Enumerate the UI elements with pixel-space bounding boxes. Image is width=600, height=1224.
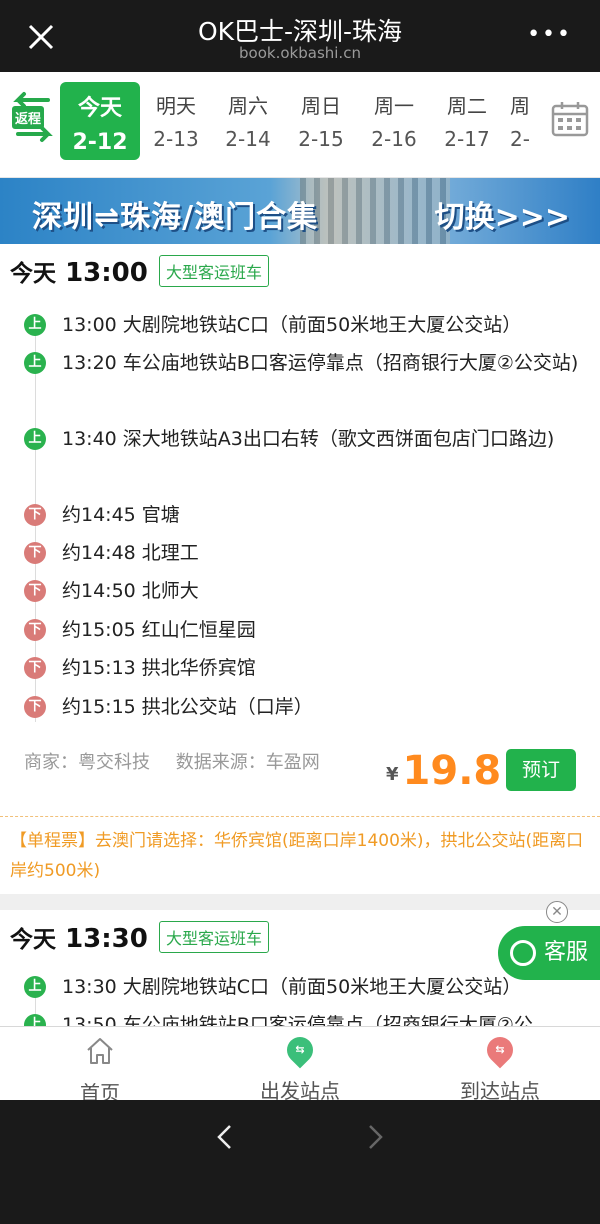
top-bar: OK巴士-深圳-珠海 book.okbashi.cn ••• bbox=[0, 0, 600, 72]
ticket-note: 【单程票】去澳门请选择：华侨宾馆(距离口岸1400米)，拱北公交站(距离口岸约5… bbox=[10, 831, 584, 881]
date-tab-name: 周日 bbox=[301, 94, 341, 118]
trip-time: 13:30 bbox=[65, 924, 148, 954]
date-tab-name: 周 bbox=[510, 94, 530, 118]
customer-service-button[interactable]: 客服 bbox=[498, 926, 600, 980]
alight-icon: 下 bbox=[24, 619, 46, 641]
stop-text: 13:20 车公庙地铁站B口客运停靠点（招商银行大厦②公交站) bbox=[62, 352, 579, 374]
price-value: 19.8 bbox=[402, 748, 502, 794]
stop-text: 约15:13 拱北华侨宾馆 bbox=[62, 657, 256, 679]
stop-item: 下 约14:48 北理工 bbox=[24, 534, 584, 572]
stop-text: 13:50 车公庙地铁站B口客运停靠点（招商银行大厦②公 bbox=[62, 1014, 533, 1026]
date-tab-name: 明天 bbox=[156, 94, 196, 118]
date-selector: 返程 今天 2-12 明天 2-13 周六 2-14 周日 2-15 周一 2-… bbox=[0, 72, 600, 178]
forward-arrow-icon[interactable] bbox=[360, 1122, 390, 1152]
date-tab-date: 2-16 bbox=[371, 127, 417, 151]
trip-header: 今天 13:00 大型客运班车 bbox=[10, 254, 269, 288]
merchant-name: 商家：粤交科技 bbox=[24, 752, 150, 773]
date-tab-date: 2-12 bbox=[72, 130, 128, 155]
date-tab-partial[interactable]: 周 2- bbox=[500, 82, 540, 160]
departure-pin-icon: ⇆ bbox=[281, 1031, 319, 1069]
data-source: 数据来源：车盈网 bbox=[175, 752, 320, 773]
browser-toolbar bbox=[0, 1100, 600, 1224]
date-tab-date: 2-15 bbox=[298, 127, 344, 151]
stop-item: 上 13:30 大剧院地铁站C口（前面50米地王大厦公交站） bbox=[24, 968, 584, 1006]
date-tab-date: 2-17 bbox=[444, 127, 490, 151]
service-face-icon bbox=[510, 940, 536, 966]
board-icon: 上 bbox=[24, 976, 46, 998]
board-icon: 上 bbox=[24, 428, 46, 450]
stop-text: 约14:50 北师大 bbox=[62, 580, 199, 602]
bus-type-tag: 大型客运班车 bbox=[158, 921, 269, 953]
page-url: book.okbashi.cn bbox=[239, 44, 361, 62]
close-service-icon[interactable]: ✕ bbox=[546, 901, 568, 923]
stop-text: 约14:45 官塘 bbox=[62, 504, 180, 526]
currency-symbol: ¥ bbox=[386, 764, 399, 785]
date-tab-date: 2-13 bbox=[153, 127, 199, 151]
board-icon: 上 bbox=[24, 314, 46, 336]
return-trip-label: 返程 bbox=[12, 106, 45, 129]
date-tab-name: 周一 bbox=[374, 94, 414, 118]
dashed-divider bbox=[0, 816, 600, 817]
alight-icon: 下 bbox=[24, 504, 46, 526]
stop-item: 上 13:20 车公庙地铁站B口客运停靠点（招商银行大厦②公交站) bbox=[24, 344, 584, 382]
trip-day: 今天 bbox=[10, 927, 56, 953]
customer-service-label: 客服 bbox=[544, 940, 589, 965]
alight-icon: 下 bbox=[24, 580, 46, 602]
date-tab-tuesday[interactable]: 周二 2-17 bbox=[427, 82, 507, 160]
stop-text: 13:00 大剧院地铁站C口（前面50米地王大厦公交站） bbox=[62, 314, 522, 336]
date-tab-name: 今天 bbox=[77, 96, 122, 121]
stop-text: 约15:15 拱北公交站（口岸） bbox=[62, 696, 313, 718]
date-tab-sunday[interactable]: 周日 2-15 bbox=[281, 82, 361, 160]
stop-item: 下 约15:05 红山仁恒星园 bbox=[24, 611, 584, 649]
banner-building-image bbox=[300, 178, 450, 244]
stop-item: 下 约15:15 拱北公交站（口岸） bbox=[24, 688, 584, 726]
ticket-price: ¥19.8 bbox=[386, 748, 501, 794]
nav-arrival-stations[interactable]: ⇆ 到达站点 bbox=[400, 1031, 600, 1104]
trip-header: 今天 13:30 大型客运班车 bbox=[10, 920, 269, 954]
stop-text: 约15:05 红山仁恒星园 bbox=[62, 619, 256, 641]
banner-switch[interactable]: 切换>>> bbox=[435, 192, 570, 236]
card-separator bbox=[0, 894, 600, 910]
alight-icon: 下 bbox=[24, 542, 46, 564]
trip-time: 13:00 bbox=[65, 258, 148, 288]
date-tab-saturday[interactable]: 周六 2-14 bbox=[208, 82, 288, 160]
date-tab-date: 2- bbox=[510, 127, 530, 151]
banner-text: 深圳⇌珠海/澳门合集 bbox=[32, 200, 319, 235]
nav-home[interactable]: 首页 bbox=[0, 1035, 200, 1106]
stop-item: 下 约14:45 官塘 bbox=[24, 496, 584, 534]
stop-text: 13:30 大剧院地铁站C口（前面50米地王大厦公交站） bbox=[62, 976, 522, 998]
arrival-pin-icon: ⇆ bbox=[481, 1031, 519, 1069]
date-tab-today[interactable]: 今天 2-12 bbox=[60, 82, 140, 160]
alight-icon: 下 bbox=[24, 657, 46, 679]
alight-icon: 下 bbox=[24, 696, 46, 718]
route-banner[interactable]: 深圳⇌珠海/澳门合集 切换>>> bbox=[0, 178, 600, 244]
home-icon bbox=[87, 1038, 113, 1064]
board-icon: 上 bbox=[24, 352, 46, 374]
stop-item: 上 13:50 车公庙地铁站B口客运停靠点（招商银行大厦②公 bbox=[24, 1006, 584, 1026]
more-menu-icon[interactable]: ••• bbox=[527, 24, 572, 46]
date-tab-name: 周六 bbox=[228, 94, 268, 118]
bottom-nav: 首页 ⇆ 出发站点 ⇆ 到达站点 bbox=[0, 1026, 600, 1105]
return-trip-button[interactable]: 返程 bbox=[8, 88, 58, 146]
stop-item: 下 约14:50 北师大 bbox=[24, 572, 584, 610]
trip-day: 今天 bbox=[10, 261, 56, 287]
nav-departure-stations[interactable]: ⇆ 出发站点 bbox=[200, 1031, 400, 1104]
stop-item: 下 约15:13 拱北华侨宾馆 bbox=[24, 649, 584, 687]
date-tab-name: 周二 bbox=[447, 94, 487, 118]
stop-item: 上 13:00 大剧院地铁站C口（前面50米地王大厦公交站） bbox=[24, 306, 584, 344]
back-arrow-icon[interactable] bbox=[210, 1122, 240, 1152]
book-button[interactable]: 预订 bbox=[506, 749, 576, 791]
page-title: OK巴士-深圳-珠海 bbox=[197, 17, 403, 46]
stop-text: 13:40 深大地铁站A3出口右转（歌文西饼面包店门口路边) bbox=[62, 428, 555, 450]
merchant-info: 商家：粤交科技 数据来源：车盈网 bbox=[24, 748, 320, 774]
trip-card[interactable]: 今天 13:00 大型客运班车 上 13:00 大剧院地铁站C口（前面50米地王… bbox=[0, 244, 600, 894]
bus-type-tag: 大型客运班车 bbox=[158, 255, 269, 287]
date-tab-date: 2-14 bbox=[225, 127, 271, 151]
stop-item: 上 13:40 深大地铁站A3出口右转（歌文西饼面包店门口路边) bbox=[24, 420, 584, 458]
date-tab-monday[interactable]: 周一 2-16 bbox=[354, 82, 434, 160]
stop-text: 约14:48 北理工 bbox=[62, 542, 199, 564]
calendar-icon[interactable] bbox=[550, 100, 590, 138]
date-tab-tomorrow[interactable]: 明天 2-13 bbox=[136, 82, 216, 160]
